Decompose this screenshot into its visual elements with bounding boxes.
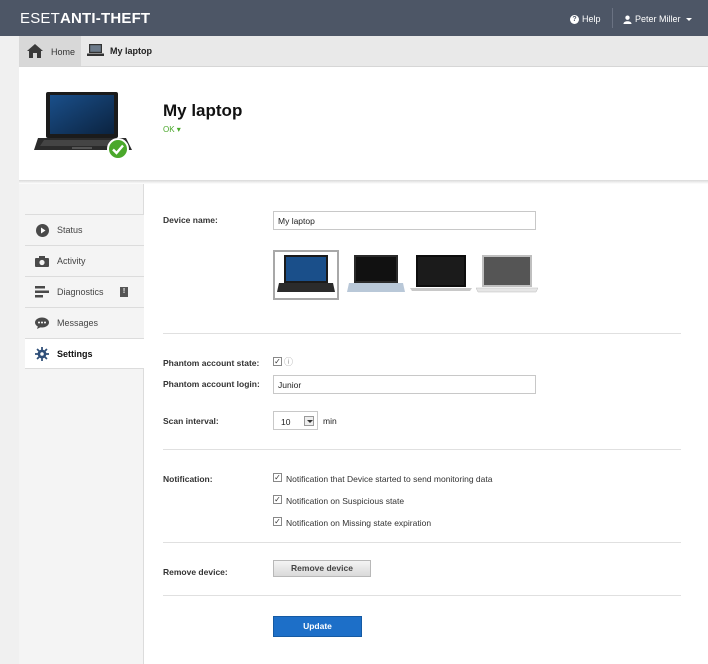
laptop-silver-thumb (347, 255, 405, 292)
sidebar-item-activity[interactable]: Activity (25, 245, 144, 276)
laptop-black-thumb (277, 255, 335, 292)
header-divider (612, 8, 613, 28)
laptop-icon (87, 44, 104, 56)
section-divider (163, 449, 681, 450)
help-label: Help (582, 14, 601, 24)
device-status-dropdown[interactable]: OK ▾ (163, 125, 181, 134)
laptop-thin-thumb (410, 255, 472, 291)
help-icon: ? (570, 14, 579, 24)
device-name-label: Device name: (163, 215, 218, 225)
breadcrumb-device-label: My laptop (110, 45, 152, 56)
status-ok-check-icon (107, 138, 129, 160)
device-title: My laptop (163, 101, 243, 120)
remove-device-button[interactable]: Remove device (273, 560, 371, 577)
notification-text-monitoring: Notification that Device started to send… (286, 474, 493, 484)
notification-text-missing: Notification on Missing state expiration (286, 518, 432, 528)
phantom-login-label: Phantom account login: (163, 379, 260, 389)
camera-icon (35, 254, 49, 268)
alert-badge: ! (120, 287, 128, 297)
update-button[interactable]: Update (273, 616, 362, 637)
phantom-state-label: Phantom account state: (163, 358, 260, 368)
diagnostics-icon (35, 285, 49, 299)
breadcrumb-device[interactable]: My laptop (87, 44, 152, 57)
section-divider (163, 595, 681, 596)
scan-interval-label: Scan interval: (163, 416, 219, 426)
user-menu[interactable]: Peter Miller (623, 14, 692, 24)
device-image-option-1[interactable] (273, 250, 339, 300)
device-image-option-2[interactable] (343, 250, 409, 300)
chat-icon (35, 316, 49, 330)
user-name: Peter Miller (635, 14, 681, 24)
logo-text-antitheft: ANTI-THEFT (59, 10, 151, 27)
device-image-option-4[interactable] (474, 250, 540, 300)
scan-interval-unit: min (323, 416, 337, 426)
sidebar-item-settings[interactable]: Settings (25, 338, 151, 369)
section-divider (163, 333, 681, 334)
gear-icon (35, 346, 49, 361)
scan-interval-value: 10 (281, 417, 291, 427)
help-link[interactable]: ? Help (570, 14, 601, 24)
scan-interval-select[interactable]: 10 (273, 411, 318, 430)
play-icon (35, 223, 49, 237)
notification-checkbox-monitoring[interactable]: ✓ (273, 473, 282, 482)
eset-logo[interactable]: ESETANTI-THEFT (20, 10, 150, 27)
logo-text-eset: ESET (20, 10, 60, 27)
notification-checkbox-suspicious[interactable]: ✓ (273, 495, 282, 504)
notification-checkbox-missing[interactable]: ✓ (273, 517, 282, 526)
user-icon (623, 15, 632, 24)
active-indicator (144, 344, 151, 364)
sidebar-menu: Status Activity Diagnostics ! Messages S… (25, 214, 151, 369)
breadcrumb-home-label: Home (51, 47, 76, 57)
device-image-option-3[interactable] (408, 250, 474, 300)
top-bar: ESETANTI-THEFT ? Help Peter Miller (0, 0, 708, 36)
sidebar-item-status[interactable]: Status (25, 214, 144, 245)
notification-text-suspicious: Notification on Suspicious state (286, 496, 405, 506)
chevron-down-icon (304, 416, 314, 426)
sidebar-item-messages[interactable]: Messages (25, 307, 144, 338)
home-icon (27, 44, 43, 58)
device-name-input[interactable] (273, 211, 536, 230)
sidebar-item-diagnostics[interactable]: Diagnostics ! (25, 276, 144, 307)
breadcrumb: Home My laptop (19, 36, 708, 67)
breadcrumb-home[interactable]: Home (19, 36, 81, 66)
sidebar-item-label: Activity (57, 256, 86, 266)
phantom-login-input[interactable] (273, 375, 536, 394)
sidebar-item-label: Status (57, 225, 83, 235)
left-gutter (0, 36, 19, 664)
phantom-state-checkbox[interactable]: ✓ (273, 357, 282, 366)
laptop-white-thumb (476, 255, 538, 293)
sidebar-item-label: Messages (57, 318, 99, 328)
notification-label: Notification: (163, 474, 213, 484)
sidebar-item-label: Diagnostics (57, 287, 104, 297)
info-icon[interactable]: ⓘ (284, 355, 293, 368)
sidebar-item-label: Settings (57, 348, 93, 359)
remove-device-label: Remove device: (163, 567, 228, 577)
section-divider (163, 542, 681, 543)
chevron-down-icon (685, 17, 692, 21)
